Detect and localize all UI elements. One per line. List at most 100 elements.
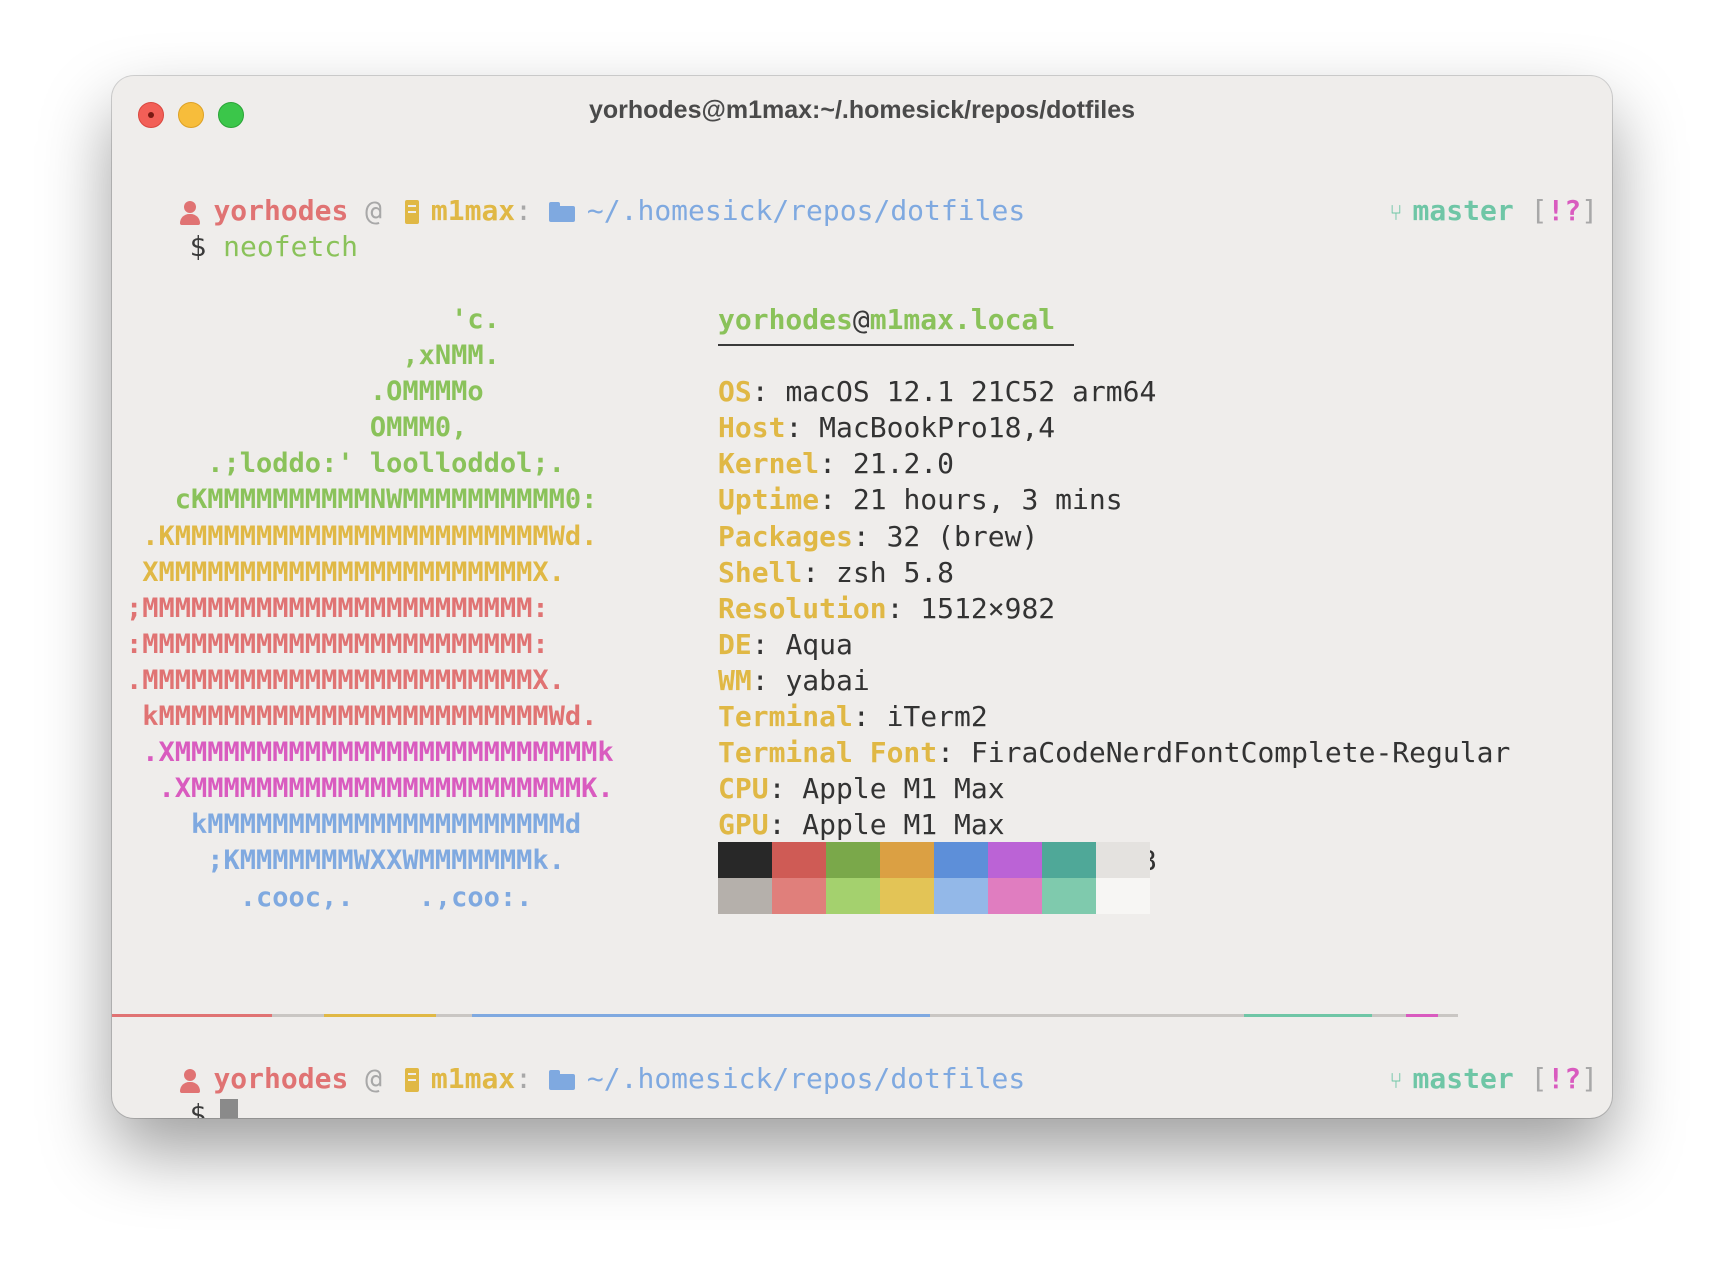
info-separator: :: [768, 808, 803, 842]
info-key: GPU: [718, 808, 769, 842]
info-underline: [718, 344, 1074, 346]
info-value: 21.2.0: [852, 447, 955, 481]
color-swatch-normal-7: [1096, 842, 1150, 878]
info-user: yorhodes: [718, 303, 853, 336]
logo-row: XMMMMMMMMMMMMMMMMMMMMMMMX.: [126, 556, 565, 588]
separator-flags: [1406, 1014, 1438, 1017]
info-separator: :: [937, 736, 971, 770]
git-branch: master: [1412, 194, 1514, 227]
separator-user: [112, 1014, 272, 1017]
git-status-2: ⑂ master [!?]: [1322, 1025, 1598, 1095]
info-key: CPU: [718, 772, 769, 806]
system-info: yorhodes@m1max.local OS: macOS 12.1 21C5…: [718, 302, 1510, 880]
info-separator: :: [751, 663, 786, 697]
color-swatch-normal-3: [880, 842, 934, 878]
color-swatch-bright-4: [934, 878, 988, 914]
info-row: Host: MacBookPro18,4: [718, 410, 1510, 446]
logo-row: 'c.: [126, 304, 500, 335]
logo-row: ;KMMMMMMMWXXWMMMMMMMk.: [126, 845, 565, 877]
prompt-at: @: [365, 1062, 383, 1095]
prompt-host: m1max: [430, 1062, 516, 1095]
git-branch-icon: ⑂: [1389, 201, 1403, 226]
color-swatch-normal-0: [718, 842, 772, 878]
info-row: Uptime: 21 hours, 3 mins: [718, 482, 1510, 518]
terminal-window: yorhodes @ m1max: ~/.homesick/repos/dotfile…: [112, 76, 1612, 1118]
prompt-symbol: $: [189, 1098, 207, 1118]
logo-row: :MMMMMMMMMMMMMMMMMMMMMMMM:: [126, 628, 549, 660]
color-swatch-normal-2: [826, 842, 880, 878]
info-separator: :: [768, 772, 803, 806]
info-separator: :: [819, 447, 853, 481]
logo-row: .KMMMMMMMMMMMMMMMMMMMMMMMWd.: [126, 520, 598, 552]
command-text: neofetch: [223, 230, 359, 263]
separator-gap-2: [436, 1014, 472, 1017]
text-cursor[interactable]: [220, 1099, 239, 1118]
logo-row: .OMMMMo: [126, 376, 484, 408]
info-host: m1max.local: [869, 303, 1056, 336]
git-status-open: [: [1530, 194, 1548, 227]
info-row: CPU: Apple M1 Max: [718, 771, 1510, 807]
git-status-open: [: [1530, 1062, 1548, 1095]
color-swatch-bright-3: [880, 878, 934, 914]
separator-gap-3: [930, 1014, 1244, 1017]
prompt-path: ~/.homesick/repos/dotfiles: [586, 1062, 1026, 1095]
prompt-colon: :: [515, 1062, 533, 1095]
info-value: Apple M1 Max: [802, 772, 1005, 806]
info-value: 32 (brew): [886, 519, 1039, 553]
prompt-at: @: [365, 194, 383, 227]
apple-ascii-logo: 'c. ,xNMM. .OMMMMo OMMM0, .;loddo:' lool…: [126, 302, 614, 916]
info-key: Host: [718, 411, 786, 445]
info-row: DE: Aqua: [718, 627, 1510, 663]
logo-row: .XMMMMMMMMMMMMMMMMMMMMMMMMMMk: [126, 737, 614, 769]
info-separator: :: [751, 627, 786, 661]
info-value: 1512×982: [920, 591, 1056, 625]
info-value: FiraCodeNerdFontComplete-Regular: [970, 736, 1511, 770]
input-line[interactable]: $: [122, 1061, 239, 1118]
logo-row: OMMM0,: [126, 412, 468, 444]
logo-row: ;MMMMMMMMMMMMMMMMMMMMMMMM:: [126, 592, 549, 624]
prompt-line-1: yorhodes @ m1max: ~/.homesick/repos/dotf…: [112, 157, 1025, 227]
prompt-symbol: $: [189, 230, 207, 263]
info-header: yorhodes@m1max.local: [718, 302, 1510, 338]
info-row: Packages: 32 (brew): [718, 519, 1510, 555]
info-key: OS: [718, 375, 752, 409]
info-row: Kernel: 21.2.0: [718, 446, 1510, 482]
info-key: DE: [718, 627, 752, 661]
info-separator: :: [751, 375, 786, 409]
info-key: Terminal: [718, 700, 853, 734]
color-swatch-normal-6: [1042, 842, 1096, 878]
prompt-line-2: yorhodes @ m1max: ~/.homesick/repos/dotf…: [112, 1025, 1025, 1095]
color-swatch-bright-7: [1096, 878, 1150, 914]
color-swatch-bright-6: [1042, 878, 1096, 914]
folder-icon: [548, 202, 575, 222]
info-value: macOS 12.1 21C52 arm64: [785, 375, 1157, 409]
info-separator: :: [819, 483, 853, 517]
info-value: zsh 5.8: [836, 555, 955, 589]
info-row: OS: macOS 12.1 21C52 arm64: [718, 374, 1510, 410]
info-key: Resolution: [718, 591, 887, 625]
info-key: Terminal Font: [718, 736, 938, 770]
info-row: WM: yabai: [718, 663, 1510, 699]
logo-row: .XMMMMMMMMMMMMMMMMMMMMMMMMK.: [126, 773, 614, 805]
info-separator: :: [852, 519, 887, 553]
separator-gap-5: [1438, 1014, 1458, 1017]
color-swatch-bright-2: [826, 878, 880, 914]
info-value: 21 hours, 3 mins: [852, 483, 1123, 517]
info-row: Resolution: 1512×982: [718, 591, 1510, 627]
separator-gap-1: [272, 1014, 324, 1017]
command-line: $ neofetch: [122, 193, 358, 263]
title-bar[interactable]: yorhodes@m1max:~/.homesick/repos/dotfile…: [112, 76, 1612, 142]
git-branch-icon: ⑂: [1389, 1069, 1403, 1094]
info-separator: :: [802, 555, 837, 589]
prompt-host: m1max: [430, 194, 516, 227]
git-status-1: ⑂ master [!?]: [1322, 157, 1598, 227]
info-separator: :: [852, 700, 887, 734]
info-row: Terminal: iTerm2: [718, 699, 1510, 735]
prompt-path: ~/.homesick/repos/dotfiles: [586, 194, 1026, 227]
server-icon: [404, 1068, 419, 1092]
logo-row: cKMMMMMMMMMMNWMMMMMMMMMM0:: [126, 484, 598, 516]
color-swatch-normal-1: [772, 842, 826, 878]
server-icon: [404, 200, 419, 224]
separator-path: [472, 1014, 930, 1017]
color-swatch-bright-0: [718, 878, 772, 914]
